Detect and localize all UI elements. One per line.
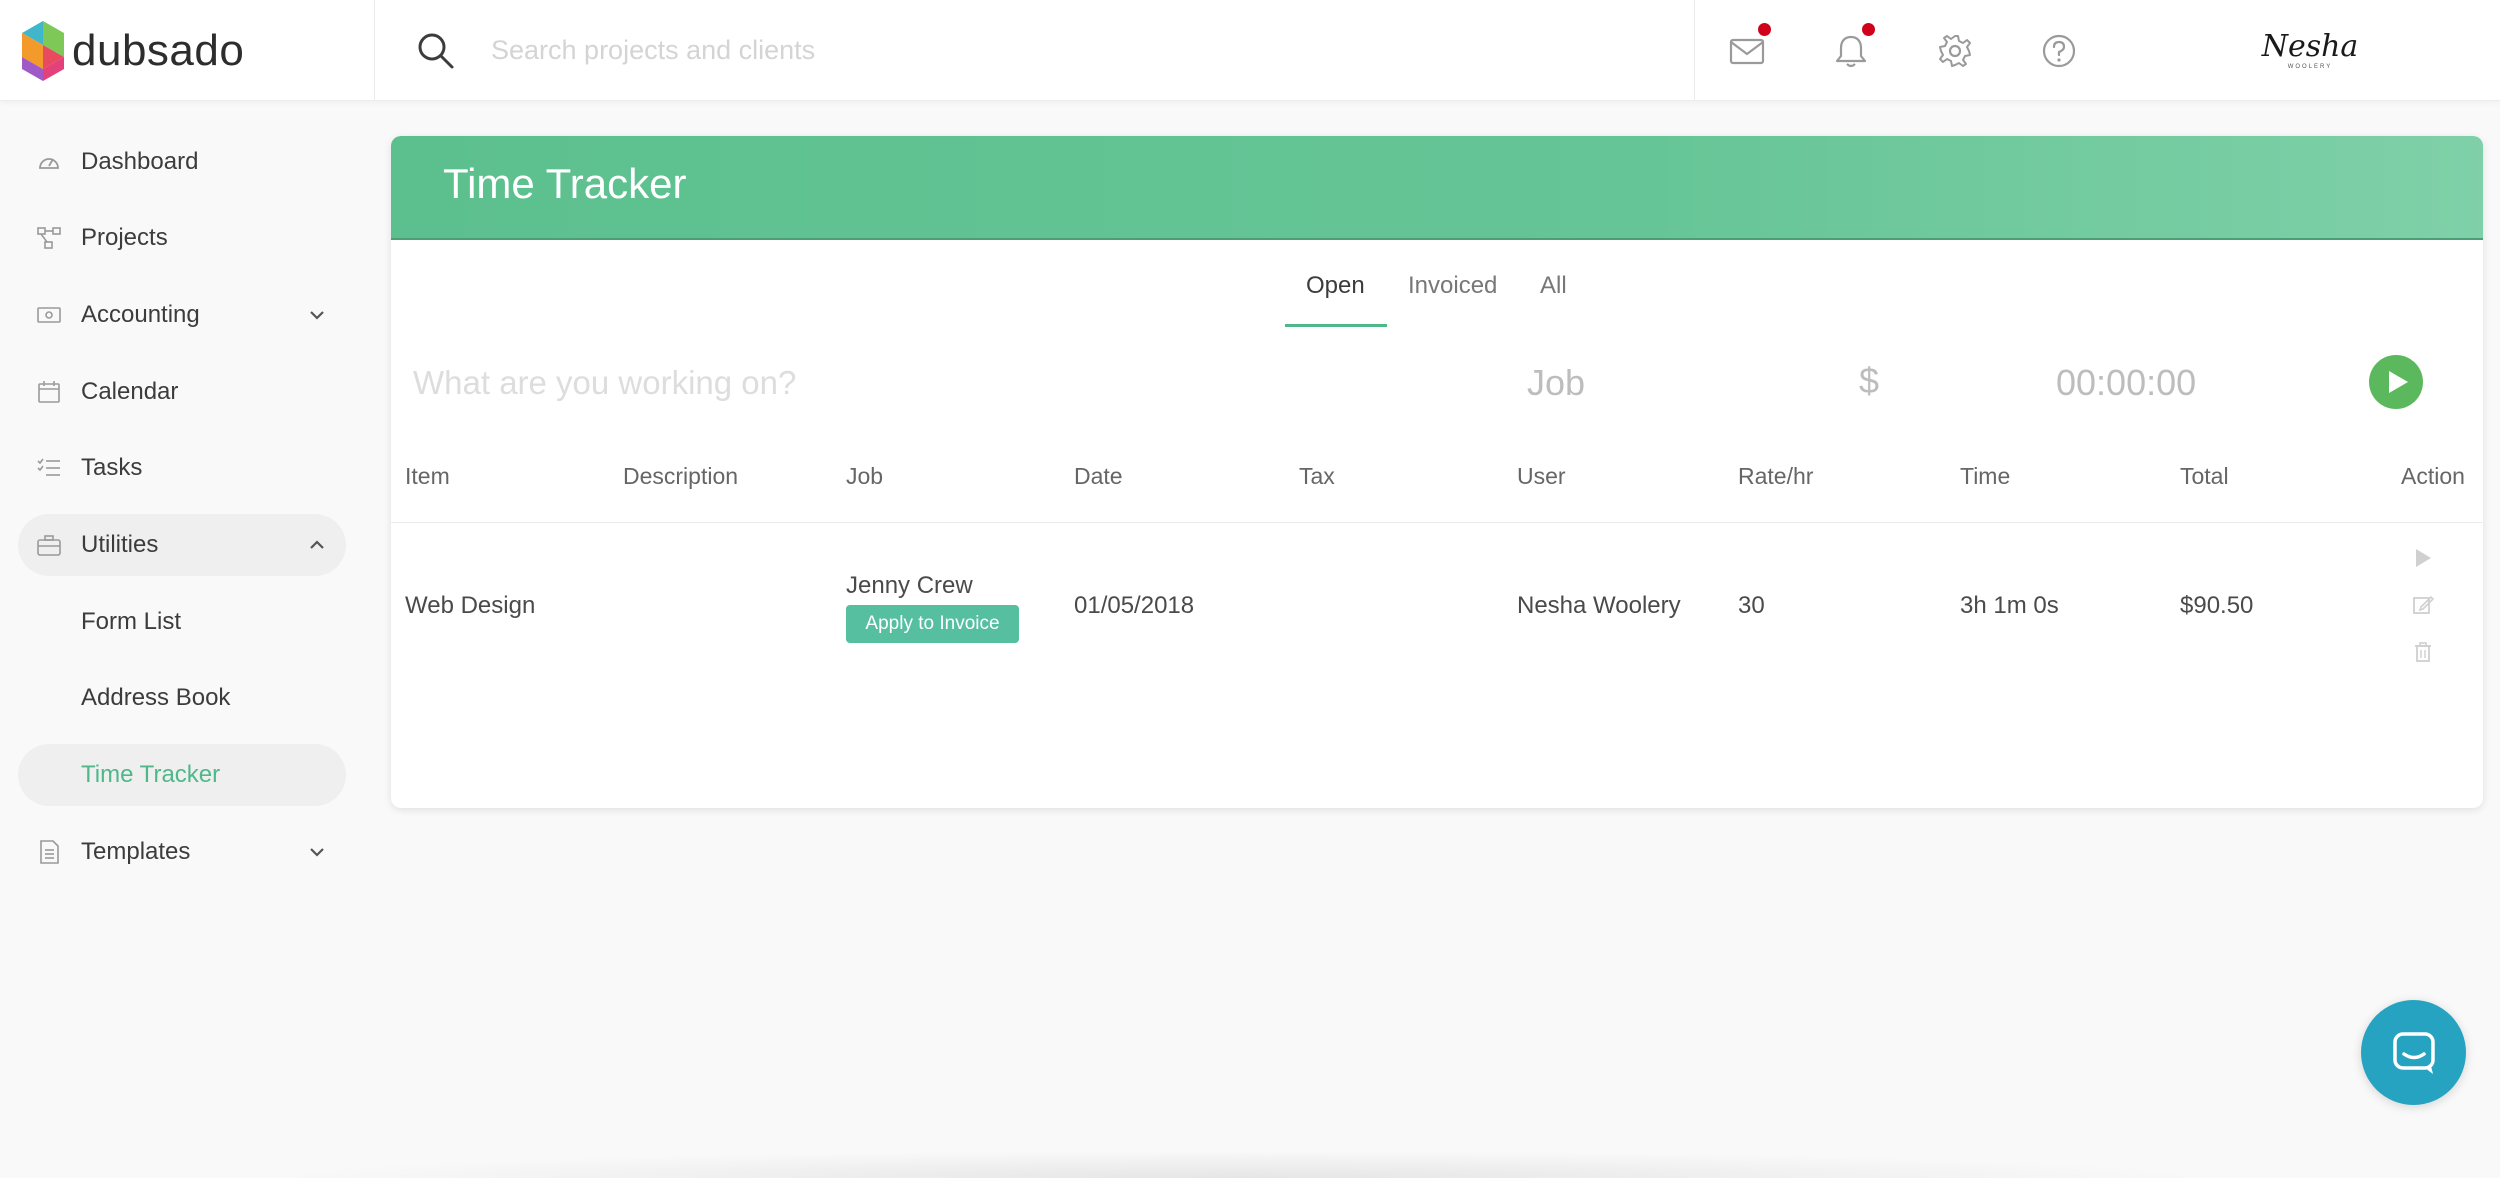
job-selector[interactable]: Job (1527, 362, 1585, 404)
calendar-icon (36, 379, 62, 405)
tab-all[interactable]: All (1540, 272, 1567, 300)
column-header-total: Total (2180, 463, 2229, 489)
projects-icon (36, 225, 62, 251)
sidebar-item-time-tracker[interactable]: Time Tracker (18, 744, 346, 806)
column-header-job: Job (846, 463, 884, 489)
avatar-signature: Nesha (2261, 28, 2359, 64)
cell-date: 01/05/2018 (1074, 592, 1195, 619)
tasks-icon (36, 455, 62, 481)
help-button[interactable] (2007, 0, 2111, 101)
cell-user: Nesha Woolery (1517, 592, 1681, 619)
resume-play-icon[interactable] (2411, 546, 2435, 570)
column-header-description: Description (623, 463, 739, 489)
avatar-subtitle: WOOLERY (2287, 63, 2333, 70)
cell-total: $90.50 (2180, 592, 2254, 619)
apply-to-invoice-button[interactable]: Apply to Invoice (846, 605, 1019, 643)
mail-icon (1729, 38, 1765, 64)
notifications-button[interactable] (1799, 0, 1903, 101)
top-icons (1695, 0, 2111, 101)
brand-name: dubsado (72, 25, 245, 75)
column-header-action: Action (2401, 463, 2465, 489)
sidebar-item-label: Projects (81, 224, 168, 251)
sidebar-item-label: Utilities (81, 531, 159, 558)
bell-notification-dot (1862, 23, 1875, 36)
mail-notification-dot (1758, 23, 1771, 36)
logo-mark-icon (22, 20, 64, 81)
chat-icon (2392, 1031, 2435, 1074)
sidebar-item-form-list[interactable]: Form List (18, 591, 346, 653)
sidebar-item-calendar[interactable]: Calendar (18, 361, 346, 423)
chevron-down-icon[interactable] (306, 304, 328, 326)
sidebar-item-tasks[interactable]: Tasks (18, 437, 346, 499)
search-icon[interactable] (417, 32, 455, 70)
sidebar-item-accounting[interactable]: Accounting (18, 284, 346, 346)
dashboard-icon (36, 149, 62, 175)
accounting-icon (36, 302, 62, 328)
top-bar: dubsado Search projects and clients Nesh… (0, 0, 2500, 101)
column-header-tax: Tax (1299, 463, 1335, 489)
column-header-rate: Rate/hr (1738, 463, 1814, 489)
edit-icon[interactable] (2411, 593, 2435, 617)
sidebar-item-address-book[interactable]: Address Book (18, 667, 346, 729)
time-tracker-card: Time Tracker Open Invoiced All Job $ 00:… (391, 136, 2483, 808)
column-header-user: User (1517, 463, 1566, 489)
work-description-input[interactable] (413, 358, 1313, 408)
time-entry-row: Job $ 00:00:00 (391, 344, 2483, 424)
chat-button[interactable] (2361, 1000, 2466, 1105)
gear-icon (1939, 34, 1971, 67)
logo[interactable]: dubsado (0, 0, 375, 101)
bell-icon (1835, 35, 1867, 67)
column-header-date: Date (1074, 463, 1123, 489)
avatar[interactable]: Nesha WOOLERY (2240, 0, 2380, 101)
cell-item: Web Design (405, 592, 536, 619)
search-bar (375, 0, 1695, 101)
settings-button[interactable] (1903, 0, 2007, 101)
tab-invoiced[interactable]: Invoiced (1408, 272, 1497, 300)
sidebar-item-dashboard[interactable]: Dashboard (18, 131, 346, 193)
sidebar-item-label: Form List (81, 608, 182, 635)
templates-icon (36, 839, 62, 865)
sidebar-item-label: Templates (81, 838, 191, 865)
chevron-down-icon[interactable] (306, 841, 328, 863)
sidebar-item-templates[interactable]: Templates (18, 821, 346, 883)
tab-open[interactable]: Open (1306, 272, 1365, 300)
cell-rate: 30 (1738, 592, 1765, 619)
chevron-up-icon[interactable] (306, 534, 328, 556)
sidebar-item-projects[interactable]: Projects (18, 207, 346, 269)
cell-time: 3h 1m 0s (1960, 592, 2059, 619)
mail-button[interactable] (1695, 0, 1799, 101)
sidebar-item-label: Accounting (81, 301, 200, 328)
timer-display: 00:00:00 (2056, 362, 2197, 403)
card-header: Time Tracker (391, 136, 2483, 240)
sidebar: Dashboard Projects Accounting Calendar T… (0, 101, 375, 1178)
help-icon (2042, 34, 2076, 67)
bottom-shadow (260, 1150, 2220, 1178)
sidebar-item-label: Calendar (81, 378, 179, 405)
page-title: Time Tracker (443, 160, 687, 207)
utilities-icon (36, 532, 62, 558)
rate-input[interactable]: $ (1859, 360, 1879, 402)
active-tab-indicator (1285, 324, 1387, 327)
column-header-item: Item (405, 463, 450, 489)
table-divider (391, 522, 2483, 523)
sidebar-item-utilities[interactable]: Utilities (18, 514, 346, 576)
trash-icon[interactable] (2411, 640, 2435, 664)
start-timer-button[interactable] (2369, 355, 2423, 409)
search-input[interactable] (491, 35, 1391, 66)
sidebar-item-label: Time Tracker (81, 761, 221, 788)
cell-job: Jenny Crew (846, 572, 973, 599)
play-icon (2389, 371, 2408, 393)
column-header-time: Time (1960, 463, 2011, 489)
sidebar-item-label: Tasks (81, 454, 143, 481)
sidebar-item-label: Address Book (81, 684, 231, 711)
sidebar-item-label: Dashboard (81, 148, 199, 175)
